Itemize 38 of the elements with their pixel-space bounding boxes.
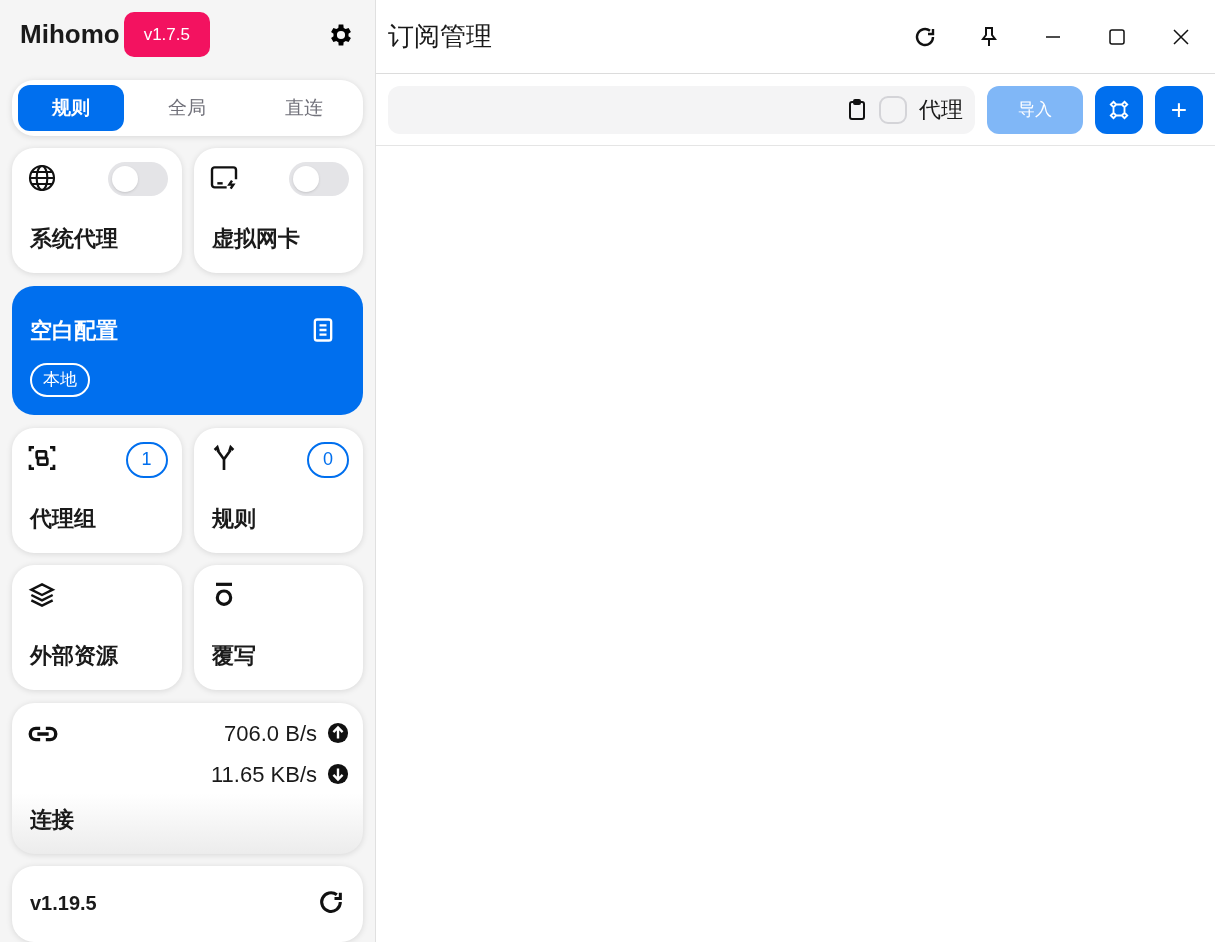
toggle-switch[interactable] [107,161,168,196]
core-version: v1.19.5 [30,891,97,917]
proxy-checkbox[interactable] [879,95,907,124]
maximize-icon[interactable] [1107,26,1127,47]
card-label: 虚拟网卡 [210,224,301,253]
card-label: 连接 [29,806,75,835]
page-title: 订阅管理 [388,20,492,53]
toggle-switch[interactable] [289,161,349,196]
upload-speed: 706.0 B/s [224,719,317,748]
mode-tab[interactable]: 直连 [250,84,357,131]
card-label: 代理组 [28,504,97,533]
mode-tab[interactable]: 全局 [134,84,241,131]
toggle-card[interactable]: 系统代理 [12,147,182,273]
mode-tab[interactable]: 规则 [18,84,125,131]
profile-card[interactable]: 空白配置 本地 [12,285,363,415]
profile-tag: 本地 [30,363,90,397]
nav-card[interactable]: 覆写 [193,564,363,690]
close-icon[interactable] [1171,26,1191,47]
version-badge[interactable]: v1.7.5 [123,11,210,58]
count-badge: 1 [125,441,168,478]
app-logo: Mihomo [20,18,120,52]
card-label: 系统代理 [29,224,119,253]
card-label: 外部资源 [28,641,119,670]
nav-card[interactable]: 1 代理组 [12,427,182,553]
proxy-label: 代理 [919,96,963,124]
toggle-card[interactable]: 虚拟网卡 [193,147,363,273]
download-speed: 11.65 KB/s [211,760,317,789]
nav-card[interactable]: 外部资源 [12,564,182,690]
nav-card[interactable]: 0 规则 [193,427,363,553]
connection-card[interactable]: 706.0 B/s 11.65 KB/s 连接 [12,702,363,855]
subscription-url-field[interactable]: 代理 [388,85,975,134]
card-label: 覆写 [210,641,257,670]
count-badge: 0 [307,441,349,478]
card-label: 规则 [210,504,257,533]
add-button[interactable]: + [1155,85,1203,134]
profile-title: 空白配置 [30,316,118,345]
link-icon-button[interactable] [1095,85,1143,134]
core-card[interactable]: v1.19.5 [12,866,363,942]
